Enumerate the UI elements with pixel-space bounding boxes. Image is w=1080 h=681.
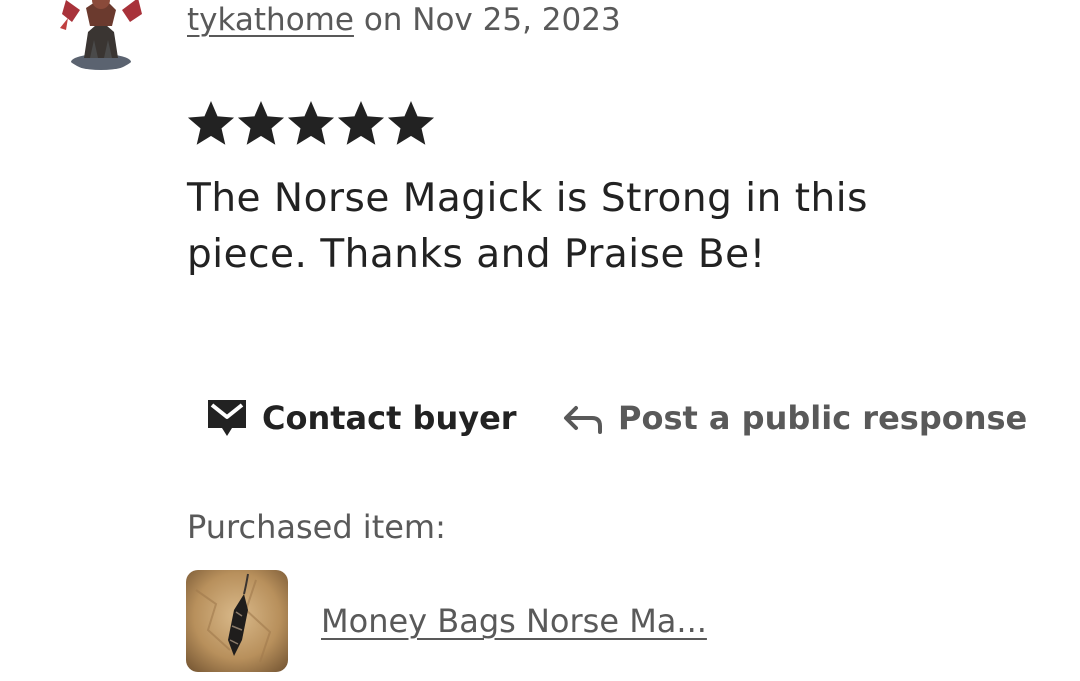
reviewer-avatar[interactable] bbox=[50, 0, 152, 72]
post-public-response-button[interactable]: Post a public response bbox=[562, 394, 1027, 442]
reply-arrow-icon bbox=[562, 402, 604, 434]
warrior-figure-avatar bbox=[50, 0, 152, 72]
star-rating bbox=[187, 100, 435, 148]
review-meta: tykathome on Nov 25, 2023 bbox=[187, 0, 621, 40]
star-icon bbox=[337, 101, 385, 145]
purchased-item-link[interactable]: Money Bags Norse Ma... bbox=[321, 599, 707, 643]
pendant-product-thumbnail bbox=[186, 570, 288, 672]
star-icon bbox=[387, 101, 435, 145]
purchased-item-thumbnail[interactable] bbox=[186, 570, 288, 672]
review-date: on Nov 25, 2023 bbox=[363, 2, 621, 38]
star-icon bbox=[187, 101, 235, 145]
mail-icon bbox=[206, 398, 248, 438]
contact-buyer-button[interactable]: Contact buyer bbox=[206, 394, 517, 442]
review-text: The Norse Magick is Strong in this piece… bbox=[187, 176, 868, 277]
contact-buyer-label: Contact buyer bbox=[262, 399, 517, 437]
star-icon bbox=[287, 101, 335, 145]
reviewer-username-link[interactable]: tykathome bbox=[187, 2, 354, 38]
post-public-response-label: Post a public response bbox=[618, 399, 1028, 437]
purchased-item-label: Purchased item: bbox=[187, 508, 446, 546]
star-icon bbox=[237, 101, 285, 145]
